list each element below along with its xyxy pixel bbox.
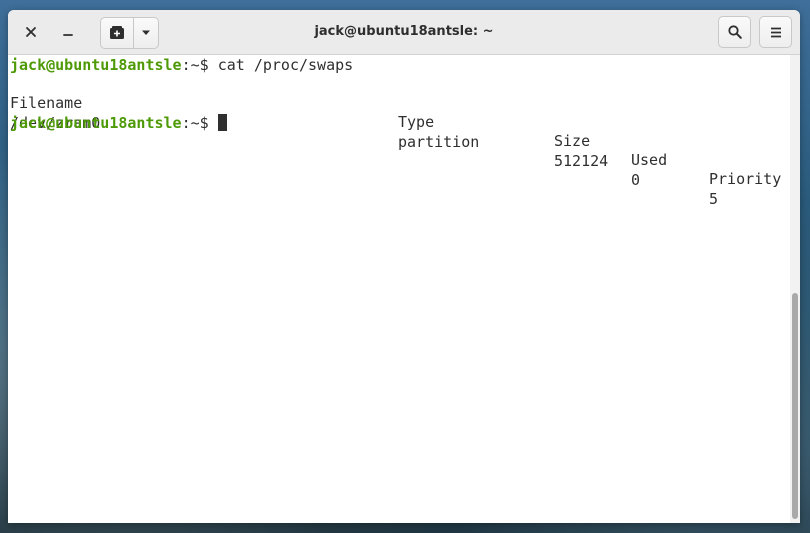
chevron-down-icon — [142, 30, 151, 35]
cell-size: 512124 — [554, 152, 609, 170]
header-bar: jack@ubuntu18antsle: ~ — [8, 10, 800, 55]
text-cursor — [217, 114, 227, 131]
minimize-icon — [63, 34, 73, 36]
cell-used: 0 — [631, 171, 641, 189]
prompt-user-host: jack@ubuntu18antsle — [10, 114, 182, 132]
prompt-user-host: jack@ubuntu18antsle — [10, 56, 182, 74]
cell-priority: 5 — [709, 190, 719, 208]
hamburger-icon — [770, 27, 781, 37]
close-icon — [26, 27, 36, 37]
new-tab-icon — [110, 26, 125, 39]
tab-button-group — [100, 17, 159, 49]
minimize-button[interactable] — [55, 17, 81, 47]
menu-button[interactable] — [759, 16, 792, 48]
scrollbar[interactable] — [790, 55, 800, 523]
tab-menu-button[interactable] — [134, 18, 158, 48]
prompt-suffix: :~$ — [181, 56, 218, 74]
terminal-output[interactable]: jack@ubuntu18antsle:~$ cat /proc/swaps F… — [8, 55, 790, 523]
prompt-suffix: :~$ — [181, 114, 218, 132]
scrollbar-thumb[interactable] — [792, 293, 798, 519]
cell-type: partition — [398, 133, 480, 151]
search-icon — [727, 25, 742, 39]
terminal-window: jack@ubuntu18antsle: ~ jack@ubuntu18ants… — [8, 10, 800, 523]
close-button[interactable] — [18, 17, 44, 47]
new-tab-button[interactable] — [101, 18, 135, 48]
command-line: jack@ubuntu18antsle:~$ cat /proc/swaps — [10, 56, 353, 75]
active-prompt-line: jack@ubuntu18antsle:~$ — [10, 114, 227, 133]
search-button[interactable] — [718, 16, 751, 48]
command-text: cat /proc/swaps — [217, 56, 354, 74]
